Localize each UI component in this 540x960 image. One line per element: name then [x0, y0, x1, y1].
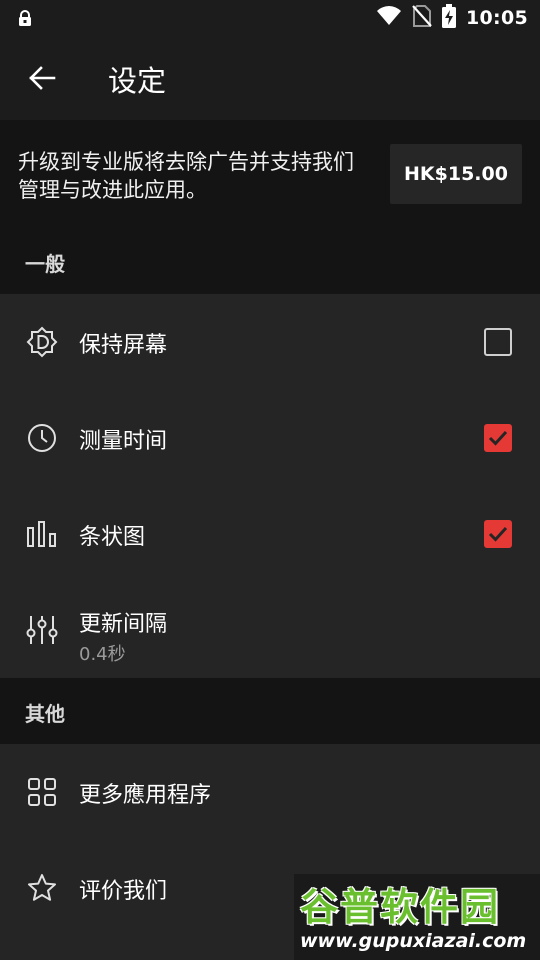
setting-measure-time[interactable]: 测量时间: [0, 390, 540, 486]
star-icon: [26, 872, 58, 904]
measure-time-checkbox[interactable]: [484, 424, 512, 452]
clock-icon: [26, 422, 58, 454]
setting-label: 更多應用程序: [79, 783, 212, 808]
watermark-logo: 谷普软件园 www.gupuxiazai.com: [294, 874, 540, 960]
setting-keep-screen[interactable]: 保持屏幕: [0, 294, 540, 390]
section-title: 其他: [25, 702, 65, 726]
watermark-brand: 谷普软件园: [300, 885, 501, 929]
section-header-general: 一般: [0, 228, 540, 294]
wifi-icon: [376, 6, 402, 30]
arrow-back-icon[interactable]: [26, 62, 58, 94]
setting-label: 条状图: [79, 525, 146, 550]
setting-bar-chart[interactable]: 条状图: [0, 486, 540, 582]
check-icon: [488, 526, 508, 542]
no-sim-icon: [412, 5, 432, 31]
sliders-icon: [26, 614, 58, 646]
section-header-other: 其他: [0, 678, 540, 744]
bar-chart-icon: [26, 518, 58, 550]
setting-value: 0.4秒: [79, 644, 126, 665]
setting-label: 保持屏幕: [79, 333, 168, 358]
general-settings-group: 保持屏幕 测量时间 条状图 更新间隔 0.4秒: [0, 294, 540, 678]
check-icon: [488, 430, 508, 446]
setting-label: 更新间隔: [79, 612, 168, 637]
watermark-url: www.gupuxiazai.com: [300, 930, 527, 952]
page-title: 设定: [108, 64, 167, 98]
bar-chart-checkbox[interactable]: [484, 520, 512, 548]
brightness-auto-icon: [26, 326, 58, 358]
status-bar: 10:05: [0, 0, 540, 36]
setting-label: 评价我们: [79, 879, 168, 904]
apps-grid-icon: [26, 776, 58, 808]
upgrade-text: 升级到专业版将去除广告并支持我们管理与改进此应用。: [18, 150, 354, 202]
battery-charging-icon: [442, 4, 457, 32]
setting-update-interval[interactable]: 更新间隔 0.4秒: [0, 582, 540, 678]
keep-screen-checkbox[interactable]: [484, 328, 512, 356]
app-bar: 设定: [0, 36, 540, 120]
upgrade-banner: 升级到专业版将去除广告并支持我们管理与改进此应用。 HK$15.00: [0, 120, 540, 228]
section-title: 一般: [25, 252, 65, 276]
status-time: 10:05: [466, 7, 528, 29]
setting-label: 测量时间: [79, 429, 168, 454]
lock-icon: [18, 10, 32, 31]
setting-more-apps[interactable]: 更多應用程序: [0, 744, 540, 840]
buy-pro-button[interactable]: HK$15.00: [390, 144, 522, 204]
